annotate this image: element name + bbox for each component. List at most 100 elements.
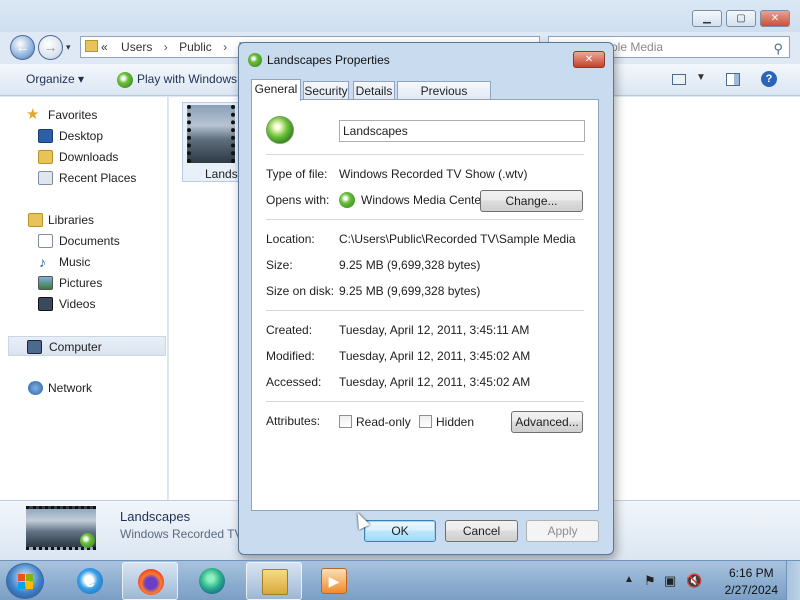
taskbar-windows-explorer[interactable]: [246, 562, 302, 600]
recent-places-icon: [38, 171, 53, 185]
windows-media-center-icon: [117, 72, 133, 88]
show-hidden-icons-icon[interactable]: ▲: [624, 574, 634, 585]
desktop-icon: [38, 129, 53, 143]
forward-button[interactable]: →: [38, 35, 63, 60]
dialog-title: Landscapes Properties: [267, 53, 390, 67]
tab-general[interactable]: General: [251, 79, 301, 101]
system-clock[interactable]: 6:16 PM 2/27/2024: [725, 565, 778, 599]
start-button[interactable]: [6, 563, 44, 599]
volume-muted-icon[interactable]: 🔇: [686, 573, 702, 589]
sidebar-item-music[interactable]: ♪ Music: [0, 252, 166, 272]
advanced-button[interactable]: Advanced...: [511, 411, 583, 433]
star-icon: ★: [26, 106, 40, 123]
navigation-pane: ★ Favorites Desktop Downloads Recent Pla…: [0, 97, 168, 500]
action-center-flag-icon[interactable]: ⚑: [644, 573, 656, 589]
firefox-icon: [138, 569, 164, 595]
sidebar-item-videos[interactable]: Videos: [0, 294, 166, 314]
size-on-disk-value: 9.25 MB (9,699,328 bytes): [339, 284, 481, 298]
help-icon[interactable]: ?: [761, 71, 777, 87]
maximize-button[interactable]: ▢: [726, 10, 756, 27]
details-file-name: Landscapes: [120, 509, 191, 524]
documents-icon: [38, 234, 53, 248]
divider: [266, 401, 584, 402]
sidebar-item-recent-places[interactable]: Recent Places: [0, 168, 166, 188]
network-icon: [28, 381, 43, 395]
size-value: 9.25 MB (9,699,328 bytes): [339, 258, 481, 272]
change-button[interactable]: Change...: [480, 190, 583, 212]
size-on-disk-label: Size on disk:: [266, 284, 335, 298]
divider: [266, 219, 584, 220]
location-value: C:\Users\Public\Recorded TV\Sample Media: [339, 232, 576, 246]
file-name-field[interactable]: Landscapes: [339, 120, 585, 142]
folder-icon: [262, 569, 288, 595]
general-tab-panel: Landscapes Type of file: Windows Recorde…: [251, 99, 599, 511]
breadcrumb-users[interactable]: Users: [121, 40, 152, 54]
dialog-close-button[interactable]: ✕: [573, 51, 605, 68]
breadcrumb-sep-icon[interactable]: ›: [164, 40, 168, 54]
type-of-file-label: Type of file:: [266, 167, 328, 181]
breadcrumb-public[interactable]: Public: [179, 40, 212, 54]
breadcrumb-sep-icon[interactable]: ›: [223, 40, 227, 54]
sidebar-item-label: Downloads: [59, 150, 119, 164]
show-desktop-button[interactable]: [786, 561, 800, 600]
search-icon[interactable]: ⚲: [773, 39, 783, 59]
windows-media-center-icon: [339, 192, 355, 208]
videos-icon: [38, 297, 53, 311]
sidebar-item-downloads[interactable]: Downloads: [0, 147, 166, 167]
location-label: Location:: [266, 232, 315, 246]
change-view-icon[interactable]: [672, 74, 686, 85]
opens-with-value: Windows Media Center: [361, 193, 486, 207]
taskbar-media-player[interactable]: ▶: [306, 562, 362, 600]
tab-previous-versions[interactable]: Previous Versions: [397, 81, 491, 116]
apply-button[interactable]: Apply: [526, 520, 599, 542]
hidden-label: Hidden: [436, 415, 475, 429]
ok-button[interactable]: OK: [364, 520, 436, 542]
recent-pages-dropdown-icon[interactable]: ▾: [66, 42, 71, 53]
taskbar-edge[interactable]: [184, 562, 240, 600]
details-file-type: Windows Recorded TV: [120, 527, 243, 541]
sidebar-header-libraries[interactable]: Libraries: [0, 210, 166, 230]
divider: [266, 310, 584, 311]
organize-menu[interactable]: Organize ▾: [26, 72, 84, 86]
sidebar-item-pictures[interactable]: Pictures: [0, 273, 166, 293]
breadcrumb-overflow[interactable]: «: [101, 40, 108, 54]
windows-media-center-icon: [248, 53, 262, 67]
minimize-button[interactable]: ▁: [692, 10, 722, 27]
tab-details[interactable]: Details: [353, 81, 395, 100]
favorites-label: Favorites: [48, 108, 98, 122]
back-button[interactable]: ←: [10, 35, 35, 60]
tab-security[interactable]: Security: [303, 81, 349, 100]
sidebar-item-label: Network: [48, 381, 93, 395]
sidebar-item-documents[interactable]: Documents: [0, 231, 166, 251]
opens-with-label: Opens with:: [266, 193, 330, 207]
attributes-label: Attributes:: [266, 414, 321, 428]
music-icon: ♪: [39, 254, 46, 270]
edge-icon: [199, 568, 225, 594]
close-button[interactable]: ✕: [760, 10, 790, 27]
hidden-checkbox[interactable]: [419, 415, 432, 428]
sidebar-item-computer[interactable]: Computer: [8, 336, 166, 356]
taskbar-internet-explorer[interactable]: e: [62, 562, 118, 600]
size-label: Size:: [266, 258, 293, 272]
modified-label: Modified:: [266, 349, 315, 363]
view-dropdown-icon[interactable]: ▼: [696, 72, 706, 83]
windows-media-center-icon: [80, 533, 95, 548]
sidebar-header-favorites[interactable]: ★ Favorites: [0, 105, 166, 125]
sidebar-item-label: Recent Places: [59, 171, 137, 185]
sidebar-item-label: Computer: [49, 340, 102, 354]
downloads-folder-icon: [38, 150, 53, 164]
sidebar-item-label: Pictures: [59, 276, 103, 290]
preview-pane-icon[interactable]: [726, 73, 740, 86]
network-status-icon[interactable]: ▣: [664, 573, 676, 589]
windows-logo-icon: [18, 574, 34, 590]
divider: [266, 154, 584, 155]
taskbar-firefox[interactable]: [122, 562, 178, 600]
file-item[interactable]: Landsc: [182, 102, 244, 182]
read-only-label: Read-only: [356, 415, 411, 429]
folder-icon: [85, 40, 98, 52]
sidebar-item-desktop[interactable]: Desktop: [0, 126, 166, 146]
play-with-button[interactable]: Play with Windows: [137, 72, 237, 86]
cancel-button[interactable]: Cancel: [445, 520, 518, 542]
sidebar-item-network[interactable]: Network: [0, 378, 166, 398]
read-only-checkbox[interactable]: [339, 415, 352, 428]
